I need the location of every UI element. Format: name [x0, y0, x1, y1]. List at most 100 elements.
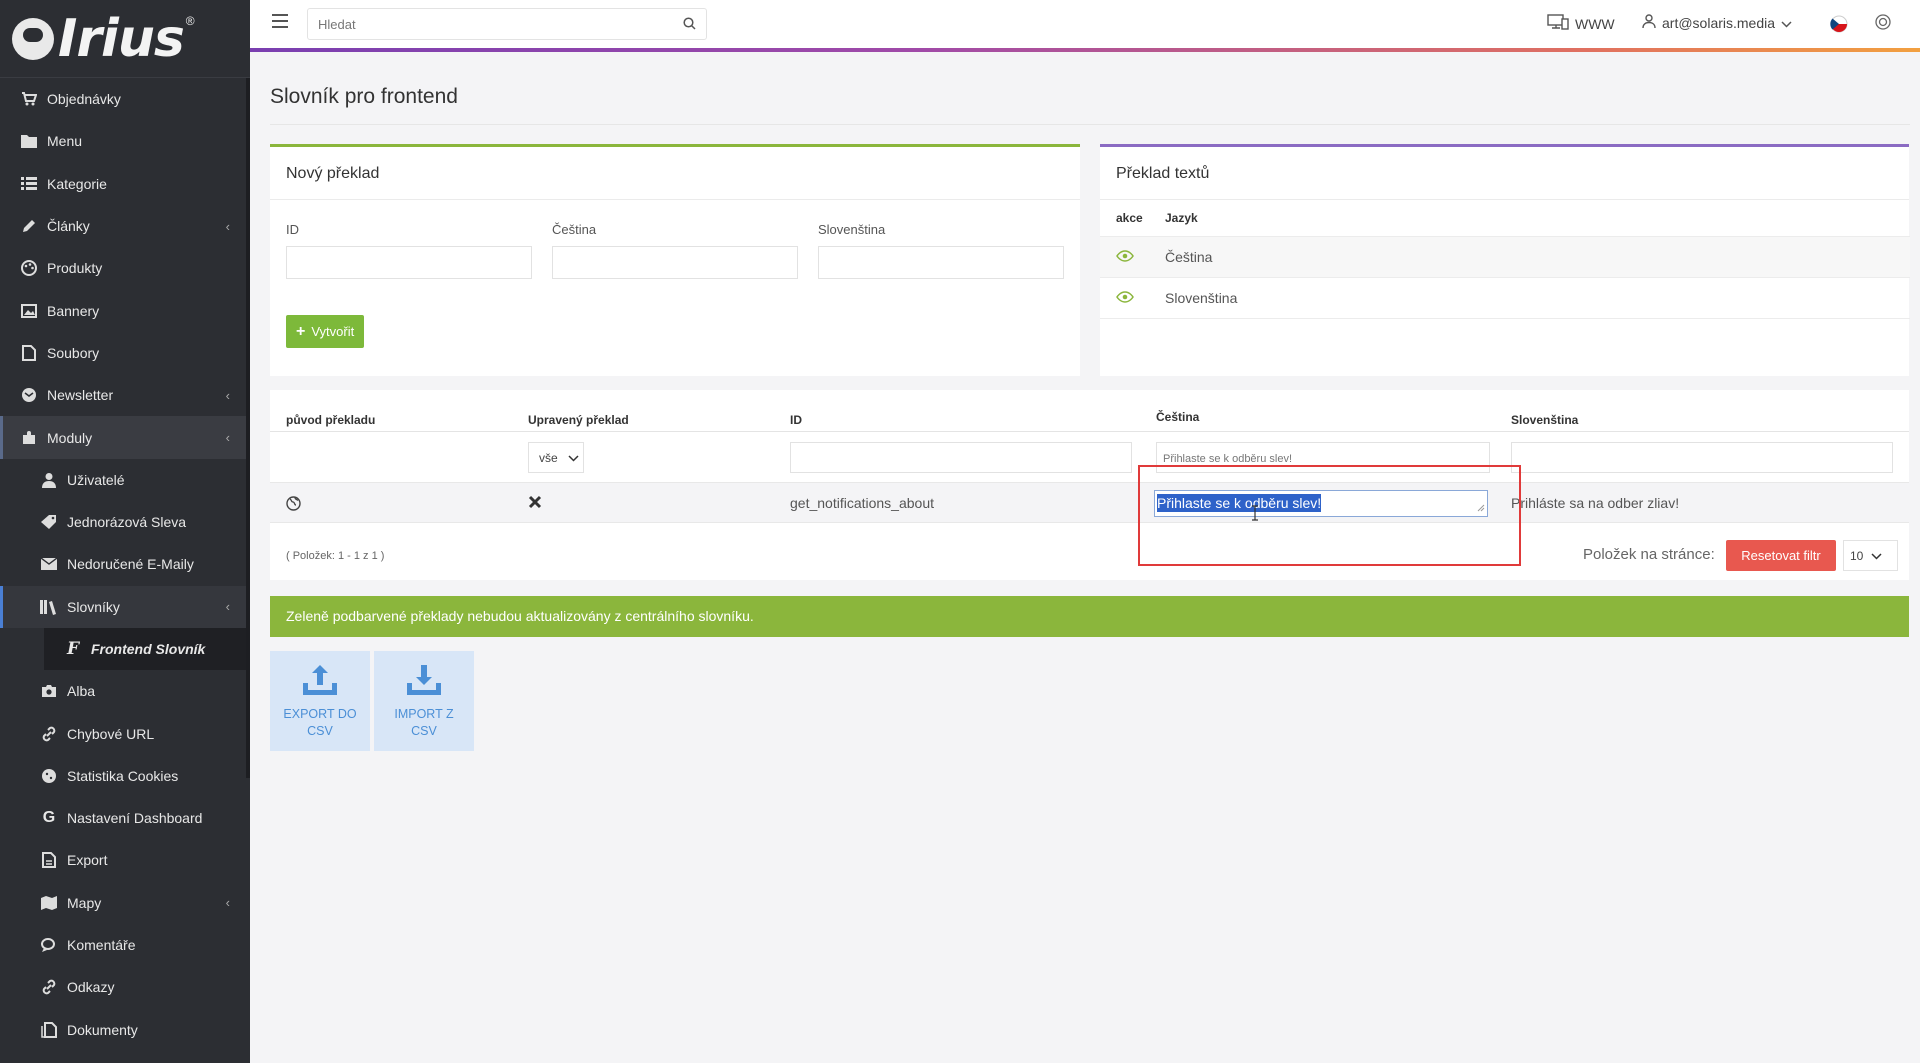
plus-icon: + [296, 322, 306, 340]
text-cursor-icon [1251, 505, 1259, 524]
card-title: Nový překlad [270, 147, 1080, 200]
cart-icon [20, 90, 38, 108]
image-icon [20, 302, 38, 320]
translations-grid: původ překladu Upravený překlad ID Češti… [270, 390, 1909, 580]
sidebar-item-moduly[interactable]: Moduly ‹ [0, 416, 250, 459]
sidebar-item-label: Frontend Slovník [91, 641, 206, 657]
tag-icon [40, 513, 58, 531]
reset-filter-button[interactable]: Resetovat filtr [1726, 540, 1836, 571]
sidebar-item-nastaveni-dashboard[interactable]: G Nastavení Dashboard [0, 797, 250, 839]
sidebar-item-statistika-cookies[interactable]: Statistika Cookies [0, 755, 250, 797]
cookie-icon [40, 767, 58, 785]
sidebar-item-frontend-slovnik[interactable]: F Frontend Slovník [44, 627, 250, 671]
sidebar-item-objednavky[interactable]: Objednávky [0, 78, 250, 120]
www-link[interactable]: WWW [1547, 14, 1615, 33]
sidebar-item-soubory[interactable]: Soubory [0, 332, 250, 374]
sidebar-item-label: Kategorie [47, 175, 107, 192]
table-row: get_notifications_about Přihlaste se k o… [270, 482, 1909, 523]
sidebar-item-produkty[interactable]: Produkty [0, 247, 250, 289]
sidebar-item-odkazy[interactable]: Odkazy [0, 966, 250, 1008]
sidebar-item-bannery[interactable]: Bannery [0, 289, 250, 331]
sidebar-nav: Objednávky Menu Kategorie Články ‹ Produ… [0, 78, 250, 1051]
sidebar-item-komentare[interactable]: Komentáře [0, 924, 250, 966]
font-icon: F [66, 639, 80, 659]
edited-filter-select[interactable]: vše [528, 442, 584, 473]
divider [270, 124, 1910, 125]
search-input[interactable] [308, 9, 668, 39]
chevron-left-icon: ‹ [225, 430, 230, 446]
sidebar-item-alba[interactable]: Alba [0, 670, 250, 712]
lang-name: Čeština [1165, 249, 1213, 265]
items-count: ( Položek: 1 - 1 z 1 ) [286, 550, 385, 562]
import-csv-label: IMPORT Z CSV [394, 707, 454, 738]
select-value: vše [539, 450, 558, 465]
sidebar-item-label: Soubory [47, 344, 100, 361]
id-input[interactable] [286, 246, 532, 279]
link-icon [40, 978, 58, 996]
sidebar-item-slovniky[interactable]: Slovníky ‹ [0, 585, 250, 628]
per-page-select[interactable]: 10 [1843, 540, 1898, 571]
documents-icon [40, 1021, 58, 1039]
highlight-box [1138, 465, 1521, 566]
reset-filter-label: Resetovat filtr [1741, 548, 1821, 563]
export-csv-button[interactable]: EXPORT DO CSV [270, 651, 370, 751]
sidebar-item-label: Statistika Cookies [67, 767, 179, 784]
sidebar-item-label: Bannery [47, 302, 100, 319]
sidebar-item-menu[interactable]: Menu [0, 120, 250, 162]
camera-icon [40, 682, 58, 700]
sidebar-item-label: Jednorázová Sleva [67, 514, 187, 531]
sidebar-scrollbar[interactable] [246, 78, 250, 778]
sidebar-item-clanky[interactable]: Články ‹ [0, 205, 250, 247]
sidebar-item-label: Nedoručené E-Maily [67, 556, 194, 573]
sidebar-item-export[interactable]: Export [0, 839, 250, 881]
create-button[interactable]: + Vytvořit [286, 315, 365, 348]
sidebar-item-kategorie[interactable]: Kategorie [0, 163, 250, 205]
sidebar-item-chybove-url[interactable]: Chybové URL [0, 712, 250, 754]
sidebar-item-newsletter[interactable]: Newsletter ‹ [0, 374, 250, 416]
mail-icon [20, 386, 38, 404]
sidebar-item-nedorucene-emaily[interactable]: Nedoručené E-Maily [0, 543, 250, 585]
col-id: ID [790, 413, 802, 427]
brand-name: Irius [58, 8, 185, 69]
sidebar-item-dokumenty[interactable]: Dokumenty [0, 1009, 250, 1051]
slovenstina-input[interactable] [818, 246, 1064, 279]
chevron-down-icon [1781, 15, 1792, 31]
sidebar-item-uzivatele[interactable]: Uživatelé [0, 459, 250, 501]
cestina-input[interactable] [552, 246, 798, 279]
user-icon [40, 471, 58, 489]
czech-flag-icon[interactable] [1830, 15, 1848, 36]
card-title: Překlad textů [1100, 147, 1909, 200]
sidebar-item-label: Objednávky [47, 91, 121, 108]
astronaut-logo-icon [12, 17, 54, 60]
search-icon[interactable] [683, 17, 696, 33]
sidebar-item-mapy[interactable]: Mapy ‹ [0, 882, 250, 924]
chevron-left-icon: ‹ [225, 599, 230, 615]
chevron-left-icon: ‹ [225, 387, 230, 403]
import-csv-button[interactable]: IMPORT Z CSV [374, 651, 474, 751]
sidebar-item-label: Newsletter [47, 387, 114, 404]
hamburger-menu-icon[interactable] [272, 14, 288, 28]
select-value: 10 [1850, 548, 1864, 563]
create-label: Vytvořit [311, 324, 355, 339]
user-email: art@solaris.media [1662, 15, 1776, 31]
puzzle-icon [20, 429, 38, 447]
lang-row: Čeština [1100, 237, 1910, 278]
sidebar-item-label: Nastavení Dashboard [67, 810, 203, 827]
sidebar-item-label: Chybové URL [67, 725, 155, 742]
id-filter-input[interactable] [790, 442, 1132, 473]
www-label: WWW [1575, 15, 1615, 32]
brand-registered-mark: ® [185, 13, 195, 28]
brand-logo[interactable]: Irius ® [0, 0, 250, 78]
slovenstina-filter-input[interactable] [1511, 442, 1893, 473]
close-icon[interactable] [528, 495, 542, 512]
pencil-icon [20, 217, 38, 235]
power-icon[interactable] [1875, 14, 1891, 33]
eye-icon[interactable] [1116, 290, 1165, 306]
user-menu[interactable]: art@solaris.media [1642, 14, 1792, 32]
eye-icon[interactable] [1116, 249, 1165, 265]
sidebar-item-jednorazova-sleva[interactable]: Jednorázová Sleva [0, 501, 250, 543]
list-icon [20, 175, 38, 193]
col-action: akce [1116, 211, 1143, 225]
upload-icon [300, 663, 340, 702]
file-icon [20, 344, 38, 362]
